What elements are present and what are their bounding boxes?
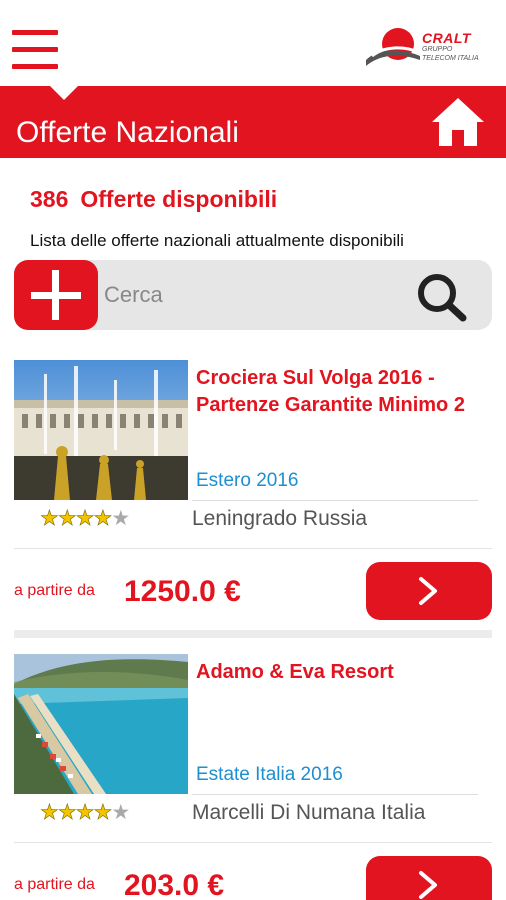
star-filled-icon: ★ bbox=[57, 801, 77, 825]
divider bbox=[14, 548, 492, 549]
hamburger-icon[interactable] bbox=[12, 30, 58, 70]
chevron-right-icon bbox=[419, 577, 437, 605]
star-filled-icon: ★ bbox=[75, 801, 94, 825]
cralt-logo: CRALT GRUPPO TELECOM ITALIA bbox=[364, 26, 494, 76]
logo-name: CRALT bbox=[422, 30, 471, 46]
star-empty-icon: ★ bbox=[111, 801, 130, 824]
offer-category: Estero 2016 bbox=[196, 470, 299, 491]
rating-stars: ★★★★★ bbox=[40, 506, 130, 531]
page-title: Offerte Nazionali bbox=[16, 116, 239, 149]
divider bbox=[14, 842, 492, 843]
search-input[interactable] bbox=[104, 275, 404, 315]
offer-details-button[interactable] bbox=[366, 562, 492, 620]
offer-price: 1250.0 € bbox=[124, 575, 241, 608]
chevron-right-icon bbox=[419, 871, 437, 899]
star-filled-icon: ★ bbox=[93, 507, 112, 531]
offers-count-label: Offerte disponibili bbox=[80, 186, 278, 212]
add-button[interactable] bbox=[14, 260, 98, 330]
logo-line-1: GRUPPO bbox=[422, 46, 453, 53]
offers-description: Lista delle offerte nazionali attualment… bbox=[30, 231, 404, 250]
offer-location: Leningrado Russia bbox=[192, 507, 368, 530]
offer-title[interactable]: Adamo & Eva Resort bbox=[196, 659, 496, 686]
offer-title[interactable]: Crociera Sul Volga 2016 - Partenze Garan… bbox=[196, 365, 496, 419]
star-filled-icon: ★ bbox=[93, 801, 112, 825]
price-prefix: a partire da bbox=[14, 876, 95, 893]
search-icon[interactable] bbox=[416, 272, 468, 322]
price-prefix: a partire da bbox=[14, 582, 95, 599]
star-filled-icon: ★ bbox=[40, 801, 59, 825]
offers-count: 386 Offerte disponibili bbox=[30, 186, 277, 213]
logo-mark-icon bbox=[366, 28, 420, 66]
top-bar: CRALT GRUPPO TELECOM ITALIA bbox=[0, 0, 506, 86]
offers-count-number: 386 bbox=[30, 186, 69, 212]
divider bbox=[192, 500, 478, 501]
offer-details-button[interactable] bbox=[366, 856, 492, 900]
header-notch bbox=[50, 86, 78, 100]
logo-line-2: TELECOM ITALIA bbox=[422, 55, 479, 62]
star-filled-icon: ★ bbox=[57, 507, 77, 531]
offer-location: Marcelli Di Numana Italia bbox=[192, 801, 426, 824]
card-divider bbox=[14, 630, 492, 638]
home-icon[interactable] bbox=[430, 96, 486, 148]
divider bbox=[192, 794, 478, 795]
star-filled-icon: ★ bbox=[40, 507, 59, 531]
star-filled-icon: ★ bbox=[75, 507, 94, 531]
offer-photo[interactable] bbox=[14, 360, 188, 500]
star-empty-icon: ★ bbox=[111, 507, 130, 530]
offer-price: 203.0 € bbox=[124, 869, 225, 900]
offer-photo[interactable] bbox=[14, 654, 188, 794]
rating-stars: ★★★★★ bbox=[40, 800, 130, 825]
offer-category: Estate Italia 2016 bbox=[196, 764, 343, 785]
